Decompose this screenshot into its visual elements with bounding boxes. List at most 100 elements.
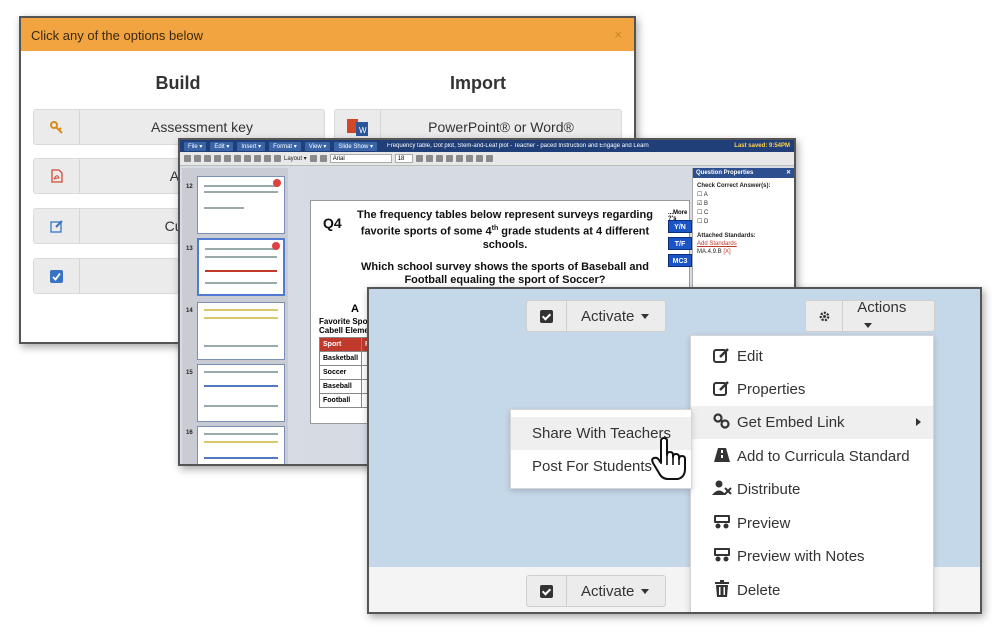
subscript-icon[interactable] xyxy=(455,155,463,162)
slide-thumbnail[interactable] xyxy=(197,426,285,464)
slide-thumbnails: 12 13 14 15 16 xyxy=(182,168,288,464)
menu-format[interactable]: Format ▾ xyxy=(269,141,301,151)
menu-item-delete[interactable]: Delete xyxy=(691,574,933,607)
slide-number: 16 xyxy=(186,430,193,436)
true-false-button[interactable]: T/F xyxy=(668,237,692,250)
answer-a[interactable]: ☐ A xyxy=(693,190,794,199)
align-left-icon[interactable] xyxy=(465,155,473,162)
answer-c[interactable]: ☐ C xyxy=(693,208,794,217)
menu-item-add-to-curricula[interactable]: Add to Curricula Standard xyxy=(691,440,933,473)
menu-item-preview-with-notes[interactable]: Preview with Notes xyxy=(691,540,933,573)
road-icon xyxy=(711,447,733,467)
key-icon xyxy=(34,110,80,144)
document-title: Frequency table, Dot plot, Stem-and-Leaf… xyxy=(387,143,649,149)
zoom-icon[interactable] xyxy=(244,155,251,162)
checkbox-icon xyxy=(34,259,80,293)
question-prompt: Which school survey shows the sports of … xyxy=(361,261,649,286)
slide-number: 12 xyxy=(186,184,193,190)
menu-insert[interactable]: Insert ▾ xyxy=(237,141,266,151)
preview-notes-icon xyxy=(711,547,733,567)
yes-no-button[interactable]: Y/N xyxy=(668,220,692,233)
last-saved: Last saved: 9:54PM xyxy=(734,143,790,149)
table-icon[interactable] xyxy=(264,155,271,162)
menu-item-get-embed-link[interactable]: Get Embed Link xyxy=(691,406,933,439)
mc3-button[interactable]: MC3 xyxy=(668,254,692,267)
caret-down-icon xyxy=(641,314,650,320)
hand-cursor-icon xyxy=(651,437,691,486)
paste-icon[interactable] xyxy=(234,155,241,162)
slide-thumbnail-selected[interactable] xyxy=(197,238,285,296)
remove-standard-icon[interactable]: [X] xyxy=(723,249,730,255)
dialog-header: Click any of the options below × xyxy=(21,18,634,51)
align-right-icon[interactable] xyxy=(485,155,493,162)
svg-text:W: W xyxy=(359,126,367,135)
gear-icon xyxy=(806,301,844,331)
redo-icon[interactable] xyxy=(194,155,201,162)
preview-icon xyxy=(711,514,733,534)
caret-down-icon xyxy=(864,322,873,328)
pdf-icon xyxy=(34,159,80,193)
menu-view[interactable]: View ▾ xyxy=(304,141,331,151)
question-properties-header: Question Properties ✕ xyxy=(693,168,794,178)
chevron-right-icon xyxy=(916,418,921,426)
powerpoint-word-label: PowerPoint® or Word® xyxy=(428,119,574,135)
caret-down-icon xyxy=(641,589,650,595)
slide-thumbnail[interactable] xyxy=(197,302,285,360)
bullet-icon[interactable] xyxy=(309,155,317,162)
delete-slide-icon[interactable] xyxy=(273,179,281,187)
editor-toolbar: Layout ▾ Arial 18 xyxy=(180,152,794,166)
activate-button-top[interactable]: Activate xyxy=(526,300,666,332)
link-icon xyxy=(711,412,733,433)
checkbox-icon xyxy=(527,301,567,331)
question-number: Q4 xyxy=(323,215,342,231)
delete-slide-icon[interactable] xyxy=(272,242,280,250)
actions-dropdown: Edit Properties Get Embed Link Add to Cu… xyxy=(690,335,934,612)
superscript-icon[interactable] xyxy=(445,155,453,162)
menu-file[interactable]: File ▾ xyxy=(184,141,207,151)
menu-item-properties[interactable]: Properties xyxy=(691,373,933,406)
image-icon[interactable] xyxy=(254,155,261,162)
table-caption: Favorite Spor Cabell Elemen xyxy=(319,317,374,335)
check-answers-label: Check Correct Answer(s): xyxy=(697,183,771,189)
chart-icon[interactable] xyxy=(274,155,281,162)
font-select[interactable]: Arial xyxy=(329,154,392,163)
menu-item-distribute[interactable]: Distribute xyxy=(691,473,933,506)
activate-button-bottom[interactable]: Activate xyxy=(526,575,666,607)
add-standards-link[interactable]: Add Standards xyxy=(693,240,794,248)
slide-thumbnail[interactable] xyxy=(197,364,285,422)
question-text: The frequency tables below represent sur… xyxy=(357,209,653,251)
edit-icon xyxy=(711,347,733,367)
bold-icon[interactable] xyxy=(415,155,423,162)
numbered-icon[interactable] xyxy=(319,155,327,162)
answer-b[interactable]: ☑ B xyxy=(693,199,794,208)
size-select[interactable]: 18 xyxy=(394,154,413,163)
slide-number: 13 xyxy=(186,246,193,252)
table-letter: A xyxy=(351,303,359,315)
edit-icon xyxy=(34,209,80,243)
close-icon[interactable]: × xyxy=(614,27,622,42)
print-icon[interactable] xyxy=(214,155,221,162)
menu-item-edit[interactable]: Edit xyxy=(691,340,933,373)
menu-edit[interactable]: Edit ▾ xyxy=(210,141,234,151)
save-icon[interactable] xyxy=(204,155,211,162)
undo-icon[interactable] xyxy=(184,155,191,162)
trash-icon xyxy=(711,580,733,601)
actions-button[interactable]: Actions xyxy=(805,299,935,332)
assessment-key-label: Assessment key xyxy=(151,119,253,135)
actions-label: Actions xyxy=(857,299,907,316)
distribute-icon xyxy=(711,480,733,500)
slide-number: 14 xyxy=(186,308,193,314)
menu-item-preview[interactable]: Preview xyxy=(691,507,933,540)
close-icon[interactable]: ✕ xyxy=(786,169,791,176)
menu-slideshow[interactable]: Slide Show ▾ xyxy=(334,141,378,151)
copy-icon[interactable] xyxy=(224,155,231,162)
layout-menu[interactable]: Layout ▾ xyxy=(284,155,307,162)
align-center-icon[interactable] xyxy=(475,155,483,162)
slide-thumbnail[interactable] xyxy=(197,176,285,234)
answer-d[interactable]: ☐ D xyxy=(693,217,794,226)
import-heading: Import xyxy=(450,73,506,93)
checkbox-icon xyxy=(527,576,567,606)
attached-standards-label: Attached Standards: xyxy=(697,233,756,239)
italic-icon[interactable] xyxy=(425,155,433,162)
underline-icon[interactable] xyxy=(435,155,443,162)
